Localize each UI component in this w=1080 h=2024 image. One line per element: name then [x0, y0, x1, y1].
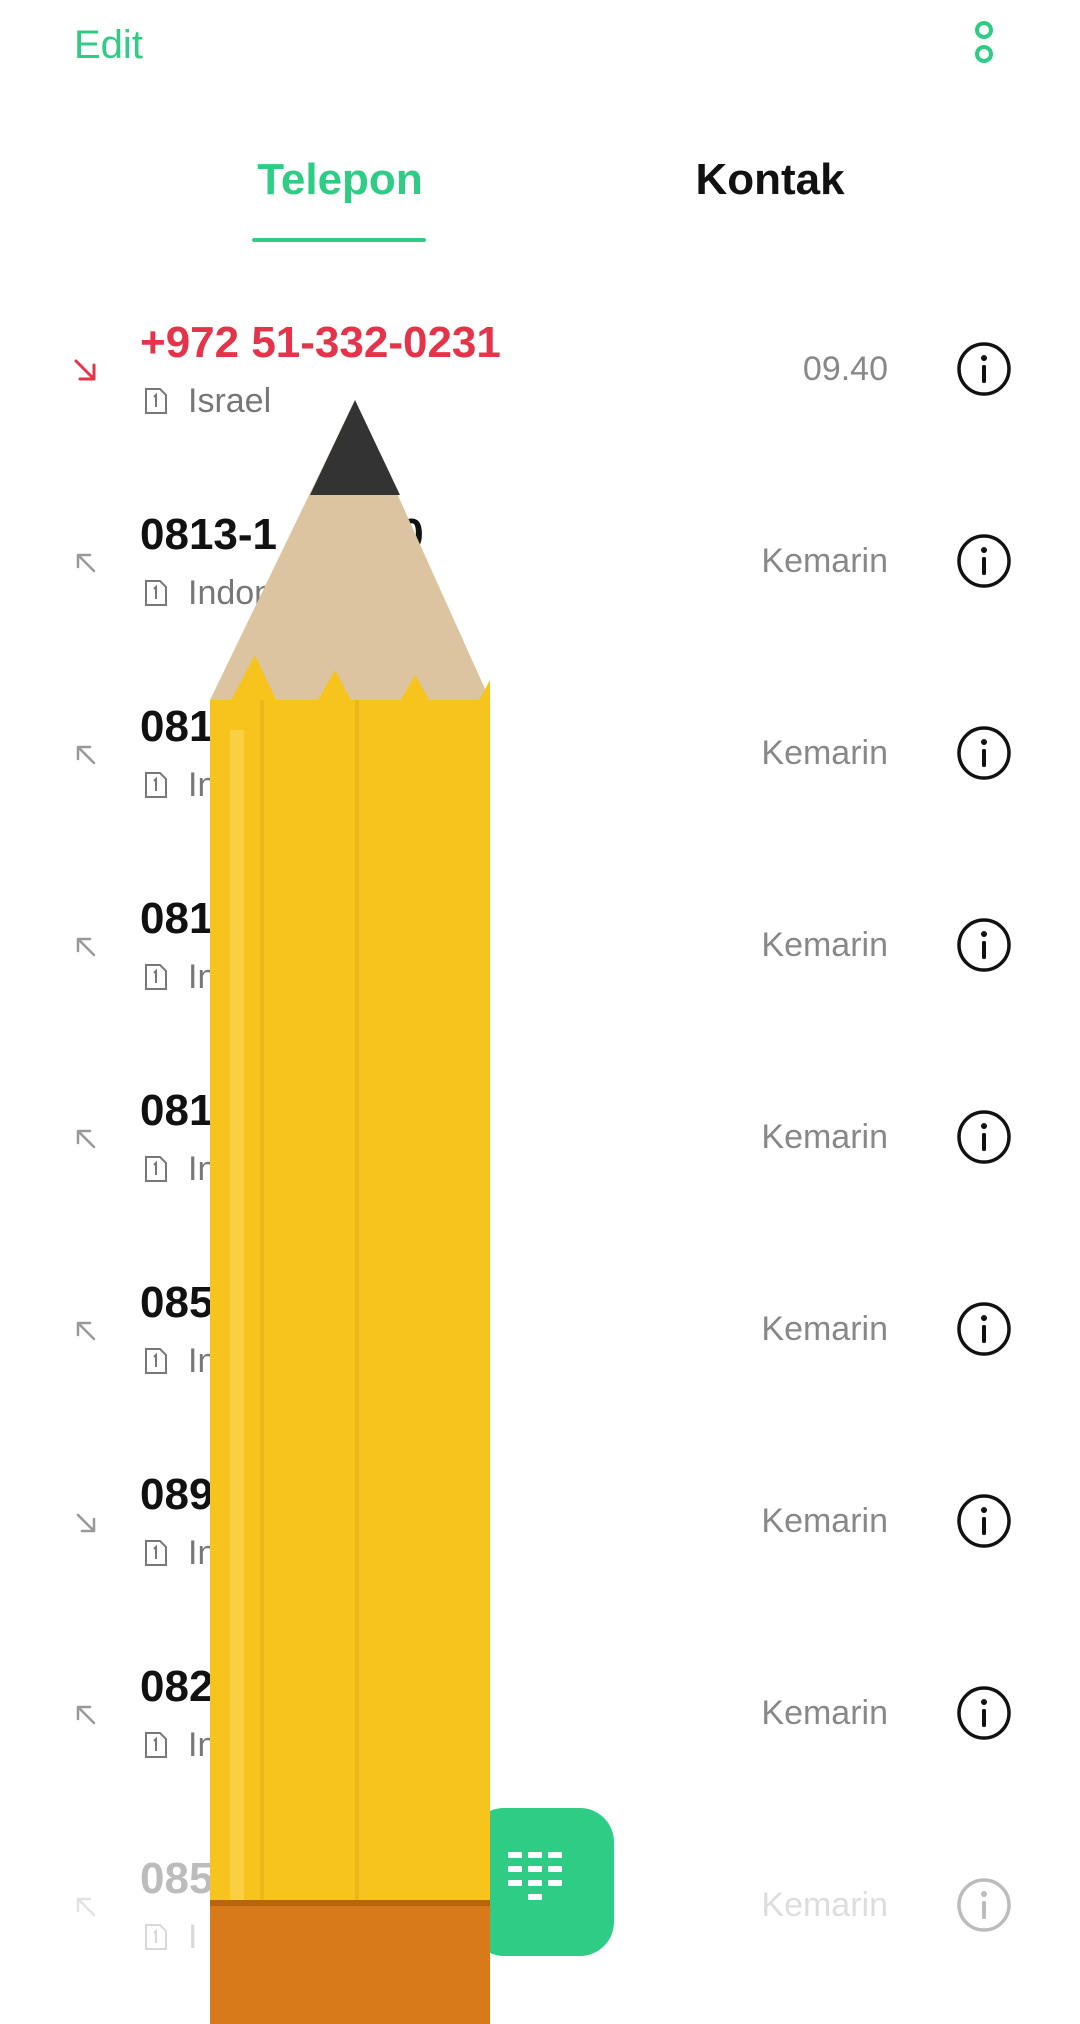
call-region-label: In: [188, 958, 217, 996]
incoming-call-arrow-icon: [76, 1513, 96, 1533]
call-number: +972 51-332-0231: [140, 318, 501, 367]
tab-bar: Telepon Kontak: [0, 140, 1080, 250]
call-log-row[interactable]: 081 6 In Kemarin: [0, 871, 1080, 1063]
call-log-row[interactable]: 081 3 In Kemarin: [0, 1063, 1080, 1255]
call-number: 085: [140, 1854, 214, 1903]
call-region-label: In: [188, 1342, 217, 1380]
call-region-label: I: [188, 1918, 198, 1956]
outgoing-call-arrow-icon: [76, 553, 96, 573]
call-time: Kemarin: [761, 1118, 888, 1156]
call-number: 0813-1 680: [140, 510, 424, 559]
call-region-label: In: [188, 1150, 217, 1188]
call-time: Kemarin: [761, 542, 888, 580]
info-icon[interactable]: [956, 1877, 1012, 1933]
dialpad-button[interactable]: [470, 1808, 614, 1956]
call-number: 081 3: [140, 1086, 410, 1135]
call-number: 081 6: [140, 702, 410, 751]
call-log-list: +972 51-332-0231 Israel 09.40 0813-1 680: [0, 295, 1080, 2023]
more-options-button[interactable]: [962, 18, 1006, 68]
sim-1-icon: [145, 1732, 167, 1758]
missed-call-arrow-icon: [74, 359, 96, 381]
call-log-row[interactable]: 085 1 In Kemarin: [0, 1255, 1080, 1447]
outgoing-call-arrow-icon: [76, 1897, 96, 1917]
sim-1-icon: [145, 964, 167, 990]
edit-button[interactable]: Edit: [74, 20, 143, 70]
call-time: Kemarin: [761, 1694, 888, 1732]
info-icon[interactable]: [956, 533, 1012, 589]
call-log-row[interactable]: 0813-1 680 Indon Kemarin: [0, 487, 1080, 679]
outgoing-call-arrow-icon: [76, 1129, 96, 1149]
call-time: 09.40: [802, 350, 888, 388]
call-region-label: In: [188, 1534, 217, 1572]
outgoing-call-arrow-icon: [76, 937, 96, 957]
outgoing-call-arrow-icon: [76, 1321, 96, 1341]
dialpad-icon: [508, 1852, 562, 1900]
sim-1-icon: [145, 1156, 167, 1182]
call-log-row[interactable]: +972 51-332-0231 Israel 09.40: [0, 295, 1080, 487]
info-icon[interactable]: [956, 341, 1012, 397]
info-icon[interactable]: [956, 917, 1012, 973]
info-icon[interactable]: [956, 1301, 1012, 1357]
call-region-label: In: [188, 766, 217, 804]
call-log-row[interactable]: 081 6 In Kemarin: [0, 679, 1080, 871]
call-number: 089 3: [140, 1470, 410, 1519]
sim-1-icon: [145, 1540, 167, 1566]
info-icon[interactable]: [956, 1685, 1012, 1741]
call-time: Kemarin: [761, 926, 888, 964]
call-region-label: In: [188, 1726, 217, 1764]
tab-telepon[interactable]: Telepon: [240, 140, 440, 240]
call-region-label: Indon: [188, 574, 274, 612]
info-icon[interactable]: [956, 1109, 1012, 1165]
call-number: 082 6: [140, 1662, 410, 1711]
sim-1-icon: [145, 580, 167, 606]
outgoing-call-arrow-icon: [76, 745, 96, 765]
info-icon[interactable]: [956, 1493, 1012, 1549]
call-time: Kemarin: [761, 1502, 888, 1540]
top-bar: Edit: [0, 0, 1080, 90]
info-icon[interactable]: [956, 725, 1012, 781]
call-time: Kemarin: [761, 734, 888, 772]
call-log-row[interactable]: 089 3 In Kemarin: [0, 1447, 1080, 1639]
call-region-label: Israel: [188, 382, 272, 420]
sim-1-icon: [145, 388, 167, 414]
call-time: Kemarin: [761, 1310, 888, 1348]
call-log-row[interactable]: 082 6 In Kemarin: [0, 1639, 1080, 1831]
call-number: 081 6: [140, 894, 410, 943]
more-vertical-icon: [975, 21, 993, 63]
call-time: Kemarin: [761, 1886, 888, 1924]
call-number: 085 1: [140, 1278, 410, 1327]
sim-1-icon: [145, 1348, 167, 1374]
sim-1-icon: [145, 772, 167, 798]
outgoing-call-arrow-icon: [76, 1705, 96, 1725]
active-tab-indicator: [252, 238, 426, 242]
sim-1-icon: [145, 1924, 167, 1950]
tab-kontak[interactable]: Kontak: [660, 140, 880, 240]
